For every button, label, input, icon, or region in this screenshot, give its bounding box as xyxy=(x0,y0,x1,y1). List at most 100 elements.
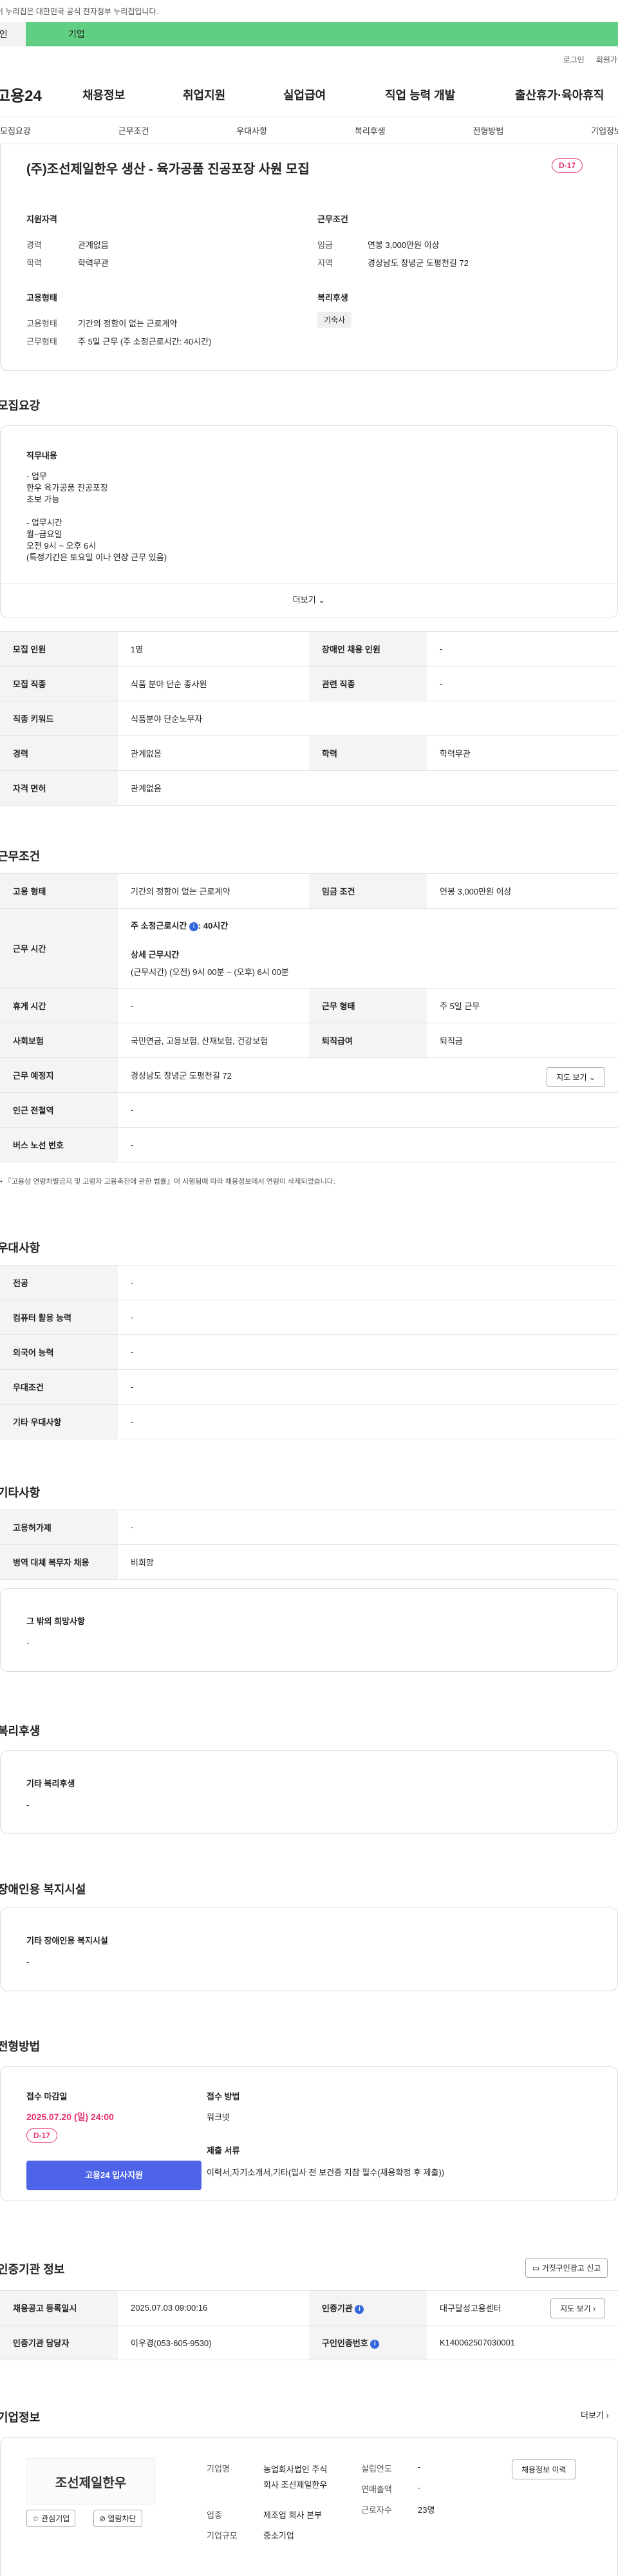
table-header-cell: 임금 조건 xyxy=(309,873,427,909)
tab-company[interactable]: 기업 xyxy=(26,22,618,46)
screening-card: 접수 마감일 2025.07.20 (일) 24:00 D-17 고용24 입사… xyxy=(0,2066,618,2201)
favorite-company-button[interactable]: ☆ 관심기업 xyxy=(26,2510,76,2527)
table-header-cell: 버스 노선 번호 xyxy=(0,1127,118,1162)
table-header-cell: 고용 형태 xyxy=(0,873,118,909)
site-logo[interactable]: 고용24 xyxy=(0,83,79,106)
subnav-work-conditions[interactable]: 근무조건 xyxy=(118,124,149,137)
other-wishes-title: 그 밖의 희망사항 xyxy=(26,1616,85,1626)
industry-value: 제조업 회사 본부 xyxy=(263,2510,322,2520)
welfare-card-value: - xyxy=(26,1800,30,1810)
nav-item-employment-support[interactable]: 취업지원 xyxy=(183,86,225,103)
job-content-text: - 업무 한우 육가공품 진공포장 초보 가능 - 업무시간 월~금요일 오전 … xyxy=(26,471,167,564)
company-logo-text: 조선제일한우 xyxy=(55,2474,127,2490)
table-header-cell: 우대조건 xyxy=(0,1369,118,1405)
company-size-label: 기업규모 xyxy=(207,2531,238,2541)
table-header-cell: 장애인 채용 인원 xyxy=(309,631,427,667)
job-line-blank xyxy=(26,506,167,517)
wage-label: 임금 xyxy=(317,240,333,250)
cert-number-label: 구인인증번호 xyxy=(322,2338,368,2348)
info-icon[interactable]: i xyxy=(355,2304,364,2314)
hiring-history-button[interactable]: 채용정보 이력 xyxy=(512,2459,576,2479)
other-wishes-value: - xyxy=(26,1638,30,1647)
document-icon: ▭ xyxy=(532,2264,540,2273)
preference-heading: 우대사항 xyxy=(0,1242,41,1255)
job-line: - 업무시간 xyxy=(26,518,62,527)
agency-org-header: 인증기관 i xyxy=(309,2290,427,2325)
welfare-card-title: 기타 복리후생 xyxy=(26,1779,75,1788)
work-place-cell: 경상남도 창녕군 도평천길 72 지도 보기 ⌄ xyxy=(118,1057,618,1093)
company-card: 조선제일한우 ☆ 관심기업 ⊘ 열람차단 기업명 농업회사법인 주식회사 조선제… xyxy=(0,2437,618,2576)
welfare-heading: 복리후생 xyxy=(317,293,348,303)
table-header-cell: 근무 시간 xyxy=(0,908,118,989)
table-cell: - xyxy=(118,1265,618,1300)
company-name-label: 기업명 xyxy=(207,2464,230,2474)
table-row: 근무 예정지 경상남도 창녕군 도평천길 72 지도 보기 ⌄ xyxy=(0,1057,618,1093)
table-cell: K140062507030001 xyxy=(427,2325,618,2360)
nav-item-jobs[interactable]: 채용정보 xyxy=(82,86,125,103)
subnav-recruit[interactable]: 모집요강 xyxy=(0,124,31,137)
tab-person[interactable]: 개인 xyxy=(0,22,26,46)
company-heading: 기업정보 xyxy=(0,2411,41,2424)
age-notice: • 『고용상 연령차별금지 및 고령자 고용촉진에 관한 법률』이 시행됨에 따… xyxy=(0,1178,335,1186)
info-icon[interactable]: i xyxy=(189,922,198,931)
recruit-table: 모집 인원 1명 장애인 채용 인원 - 모집 직종 식품 분야 단순 종사원 … xyxy=(0,631,618,806)
favorite-company-label: 관심기업 xyxy=(41,2514,70,2523)
map-view-label: 지도 보기 xyxy=(556,1073,587,1082)
report-fake-ad-button[interactable]: ▭ 거짓구인광고 신고 xyxy=(525,2258,608,2278)
table-header-cell: 고용허가제 xyxy=(0,1510,118,1545)
table-header-cell: 인근 전철역 xyxy=(0,1092,118,1128)
subnav-company-info[interactable]: 기업정보 xyxy=(591,124,618,137)
dday-badge: D-17 xyxy=(552,158,583,173)
table-header-cell: 사회보험 xyxy=(0,1023,118,1058)
table-cell: - xyxy=(427,631,618,667)
detail-hours-value: (근무시간) (오전) 9시 00분 ~ (오후) 6시 00분 xyxy=(131,967,289,977)
subnav-screening[interactable]: 전형방법 xyxy=(473,124,504,137)
more-label: 더보기 xyxy=(292,595,316,605)
apply-button[interactable]: 고용24 입사지원 xyxy=(26,2161,201,2190)
table-header-cell: 컴퓨터 활용 능력 xyxy=(0,1300,118,1335)
table-row: 사회보험 국민연금, 고용보험, 산재보험, 건강보험 퇴직급여 퇴직금 xyxy=(0,1023,618,1058)
job-line: 오전 9시 ~ 오후 6시 xyxy=(26,541,97,551)
table-cell: - xyxy=(118,1404,618,1439)
agency-org-value: 대구달성고용센터 xyxy=(440,2304,501,2313)
agency-map-button[interactable]: 지도 보기 › xyxy=(550,2298,605,2318)
table-row: 휴게 시간 - 근무 형태 주 5일 근무 xyxy=(0,988,618,1023)
subnav-welfare[interactable]: 복리후생 xyxy=(355,124,386,137)
company-more-label: 더보기 xyxy=(581,2410,604,2420)
table-cell: 주 5일 근무 xyxy=(427,988,618,1023)
work-type-label: 근무형태 xyxy=(26,337,57,346)
map-view-button[interactable]: 지도 보기 ⌄ xyxy=(547,1067,605,1087)
table-header-cell: 모집 인원 xyxy=(0,631,118,667)
tab-company-label: 기업 xyxy=(68,29,85,39)
company-more-link[interactable]: 더보기 › xyxy=(581,2409,609,2421)
work-place-value: 경상남도 창녕군 도평천길 72 xyxy=(131,1071,232,1081)
table-row: 기타 우대사항 - xyxy=(0,1404,618,1439)
work-time-cell: 주 소정근로시간 i: 40시간 상세 근무시간 (근무시간) (오전) 9시 … xyxy=(118,908,618,989)
table-row: 컴퓨터 활용 능력 - xyxy=(0,1300,618,1335)
disability-facility-heading: 장애인용 복지시설 xyxy=(0,1883,86,1896)
documents-label: 제출 서류 xyxy=(207,2146,240,2155)
agency-table: 채용공고 등록일시 2025.07.03 09:00:16 인증기관 i 대구달… xyxy=(0,2290,618,2360)
founded-year-value: - xyxy=(418,2462,421,2472)
login-link[interactable]: 로그인 xyxy=(563,54,585,65)
table-cell: - xyxy=(427,666,618,701)
info-icon[interactable]: i xyxy=(370,2339,380,2349)
more-button[interactable]: 더보기 ⌄ xyxy=(1,593,617,605)
chevron-right-icon: › xyxy=(593,2304,595,2313)
deadline-value: 2025.07.20 (일) 24:00 xyxy=(26,2112,114,2122)
subnav-preferences[interactable]: 우대사항 xyxy=(236,124,267,137)
agency-heading: 인증기관 정보 xyxy=(0,2263,65,2276)
nav-item-vocational-training[interactable]: 직업 능력 개발 xyxy=(385,86,455,103)
company-logo: 조선제일한우 xyxy=(26,2458,155,2505)
welfare-tag: 기숙사 xyxy=(317,312,352,328)
chevron-down-icon: ⌄ xyxy=(318,595,326,605)
nav-item-parental-leave[interactable]: 출산휴가·육아휴직 xyxy=(515,86,604,103)
table-header-cell: 퇴직급여 xyxy=(309,1023,427,1058)
block-company-button[interactable]: ⊘ 열람차단 xyxy=(93,2510,142,2527)
etc-table: 고용허가제 - 병역 대체 복무자 채용 비희망 xyxy=(0,1510,618,1580)
join-link[interactable]: 회원가입 xyxy=(596,54,618,65)
annual-sales-value: - xyxy=(418,2483,421,2492)
table-header-cell: 근무 예정지 xyxy=(0,1057,118,1093)
nav-item-unemployment-benefit[interactable]: 실업급여 xyxy=(283,86,326,103)
chevron-down-icon: ⌄ xyxy=(588,1073,595,1082)
